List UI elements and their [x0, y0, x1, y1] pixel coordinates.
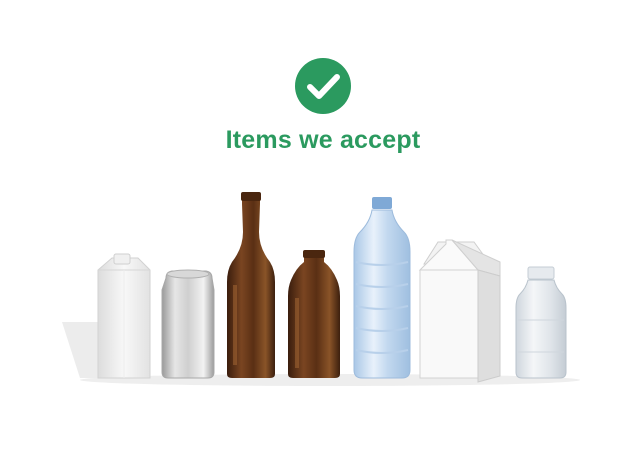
plastic-water-bottle-icon [353, 197, 411, 379]
accepted-items-illustration [62, 192, 580, 386]
carton-small-icon [97, 253, 151, 379]
brown-glass-bottle-tall-icon [227, 192, 275, 378]
aluminum-can-icon [161, 269, 215, 379]
brown-glass-bottle-short-icon [288, 250, 340, 378]
clear-glass-jar-bottle-icon [515, 266, 567, 379]
milk-carton-icon [418, 239, 501, 383]
